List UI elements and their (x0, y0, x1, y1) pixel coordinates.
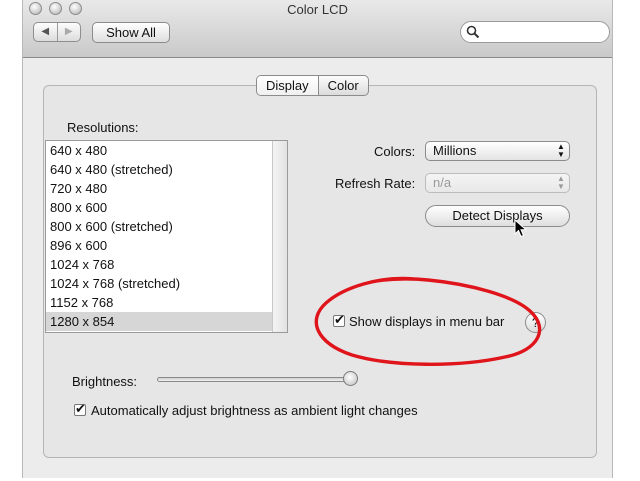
up-down-arrows-icon: ▲ ▼ (557, 142, 565, 159)
resolutions-list[interactable]: 640 x 480 640 x 480 (stretched) 720 x 48… (45, 140, 288, 333)
list-item[interactable]: 640 x 480 (stretched) (46, 160, 287, 179)
auto-brightness-label: Automatically adjust brightness as ambie… (91, 403, 418, 418)
list-item[interactable]: 1024 x 768 (46, 255, 287, 274)
resolutions-label: Resolutions: (67, 120, 139, 135)
auto-brightness-checkbox[interactable] (74, 401, 86, 417)
list-item[interactable]: 800 x 600 (46, 198, 287, 217)
tab-color[interactable]: Color (317, 76, 368, 95)
list-item[interactable]: 640 x 480 (46, 141, 287, 160)
show-in-menu-bar-checkbox[interactable] (333, 312, 345, 328)
window-title: Color LCD (287, 2, 348, 17)
list-item[interactable]: 1152 x 768 (46, 293, 287, 312)
list-item[interactable]: 896 x 600 (46, 236, 287, 255)
show-all-button[interactable]: Show All (92, 22, 170, 43)
forward-arrow-icon[interactable]: ▶ (56, 23, 81, 41)
title-bar: Color LCD ◀ ▶ Show All (23, 0, 612, 58)
tab-display[interactable]: Display (257, 76, 318, 95)
back-forward-control: ◀ ▶ (33, 22, 81, 42)
refresh-rate-value: n/a (433, 175, 452, 190)
mouse-pointer-icon (514, 219, 528, 238)
search-icon (466, 25, 480, 39)
refresh-rate-label: Refresh Rate: (335, 176, 416, 191)
tab-bar: Display Color (256, 75, 369, 96)
brightness-slider[interactable] (157, 377, 352, 382)
brightness-label: Brightness: (72, 374, 138, 389)
show-in-menu-bar-label: Show displays in menu bar (349, 314, 505, 329)
list-item[interactable]: 720 x 480 (46, 179, 287, 198)
up-down-arrows-icon: ▲ ▼ (557, 174, 565, 191)
list-item[interactable]: 1024 x 768 (stretched) (46, 274, 287, 293)
colors-popup[interactable]: Millions ▲ ▼ (425, 141, 570, 161)
list-item-selected[interactable]: 1280 x 854 (46, 312, 287, 331)
detect-displays-button[interactable]: Detect Displays (425, 205, 570, 227)
list-item[interactable]: 800 x 600 (stretched) (46, 217, 287, 236)
list-scrollbar[interactable] (272, 141, 287, 332)
back-arrow-icon[interactable]: ◀ (34, 23, 57, 41)
refresh-rate-popup[interactable]: n/a ▲ ▼ (425, 173, 570, 193)
colors-label: Colors: (374, 144, 416, 159)
colors-value: Millions (433, 143, 477, 158)
help-button[interactable]: ? (525, 312, 546, 333)
search-field[interactable] (460, 21, 610, 43)
brightness-slider-knob[interactable] (343, 371, 358, 386)
